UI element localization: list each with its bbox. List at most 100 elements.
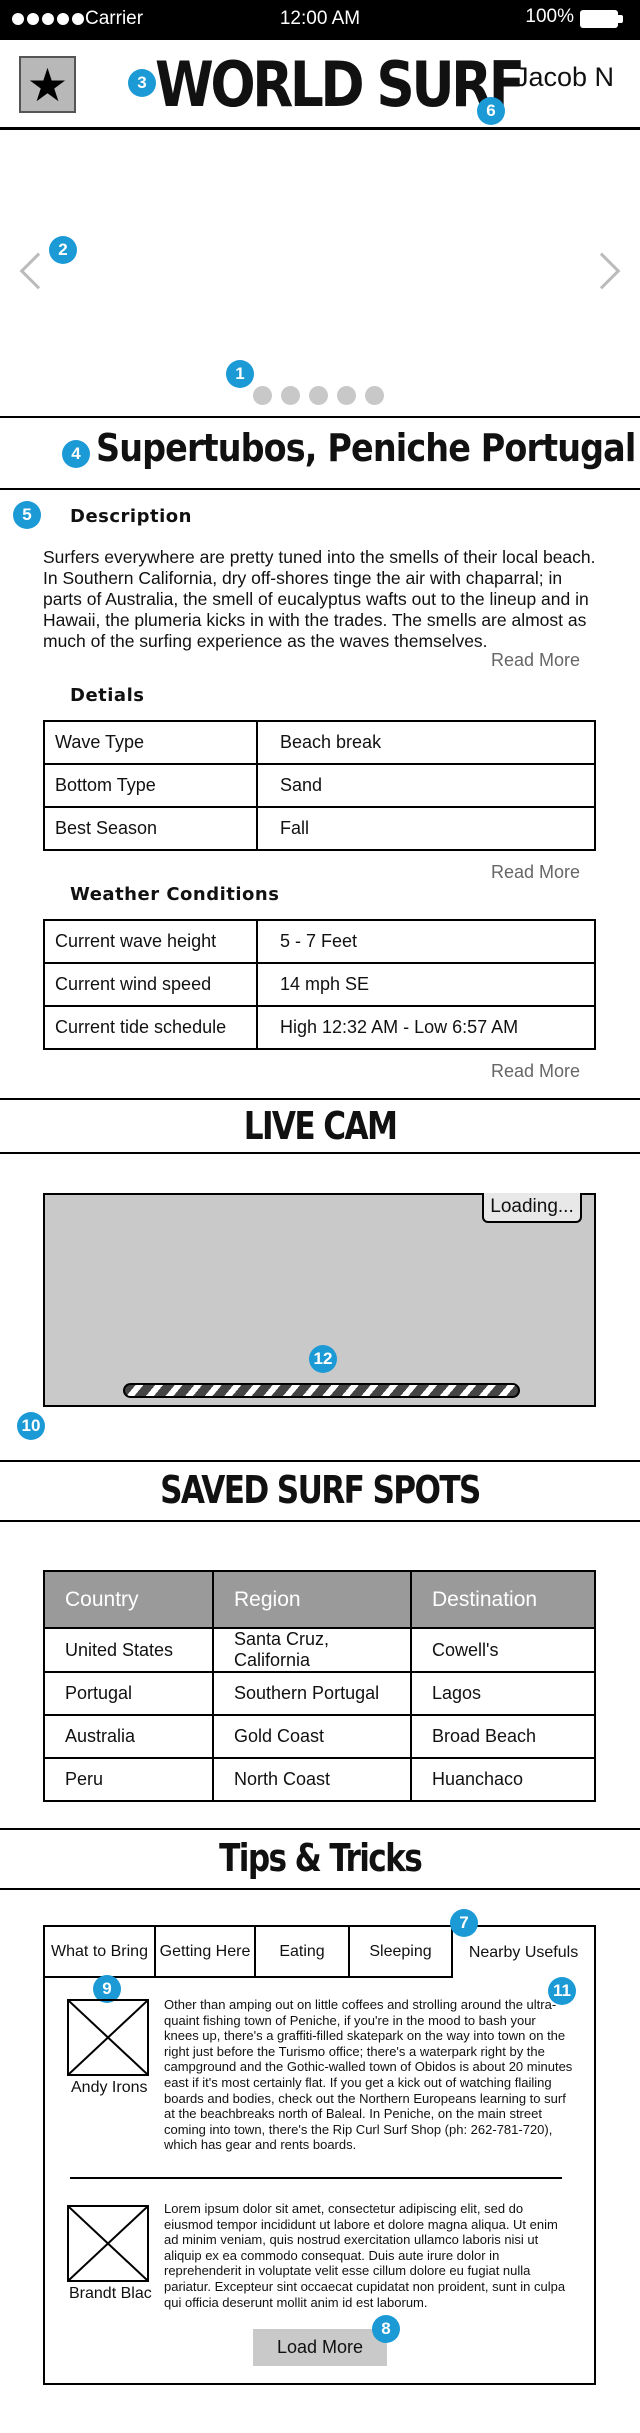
tips-title: Tips & Tricks xyxy=(219,1836,423,1880)
weather-value: High 12:32 AM - Low 6:57 AM xyxy=(256,1005,596,1050)
column-header-region[interactable]: Region xyxy=(212,1570,412,1629)
tips-tab-bar: What to Bring Getting Here Eating Sleepi… xyxy=(45,1927,594,1978)
region-cell: Gold Coast xyxy=(212,1714,412,1759)
weather-value: 14 mph SE xyxy=(256,962,596,1007)
battery-icon xyxy=(580,10,618,28)
table-row: Bottom Type Sand xyxy=(43,763,596,808)
livecam-title-bar: LIVE CAM xyxy=(0,1098,640,1154)
tips-title-bar: Tips & Tricks xyxy=(0,1828,640,1890)
table-header-row: Country Region Destination xyxy=(43,1570,596,1629)
battery-percent: 100% xyxy=(525,6,574,27)
destination-cell: Broad Beach xyxy=(410,1714,596,1759)
annotation-badge-3: 3 xyxy=(128,69,156,97)
carousel-dot[interactable] xyxy=(365,386,384,405)
image-carousel[interactable] xyxy=(0,130,640,418)
country-cell: Australia xyxy=(43,1714,214,1759)
table-row: Current tide schedule High 12:32 AM - Lo… xyxy=(43,1005,596,1050)
app-logo[interactable]: WORLD SURF xyxy=(155,48,525,121)
table-row: Current wave height 5 - 7 Feet xyxy=(43,919,596,964)
table-row: Wave Type Beach break xyxy=(43,720,596,765)
star-icon: ★ xyxy=(26,58,69,111)
details-read-more-link[interactable]: Read More xyxy=(491,862,580,883)
tab-sleeping[interactable]: Sleeping xyxy=(350,1927,453,1978)
column-header-country[interactable]: Country xyxy=(43,1570,214,1629)
weather-value: 5 - 7 Feet xyxy=(256,919,596,964)
annotation-badge-12: 12 xyxy=(309,1345,337,1373)
weather-label: Current wind speed xyxy=(43,962,258,1007)
carousel-next-arrow-icon[interactable] xyxy=(583,252,621,290)
app-header: ★ WORLD SURF Jacob N xyxy=(0,40,640,130)
battery-tip xyxy=(618,15,623,23)
annotation-badge-7: 7 xyxy=(450,1909,478,1937)
destination-cell: Cowell's xyxy=(410,1627,596,1673)
annotation-badge-6: 6 xyxy=(477,97,505,125)
table-row[interactable]: Portugal Southern Portugal Lagos xyxy=(43,1671,596,1716)
annotation-badge-2: 2 xyxy=(49,236,77,264)
annotation-badge-10: 10 xyxy=(17,1412,45,1440)
carousel-dot[interactable] xyxy=(281,386,300,405)
loading-indicator: Loading... xyxy=(482,1193,582,1223)
weather-heading: Weather Conditions xyxy=(70,884,280,905)
author-avatar-image xyxy=(67,1999,149,2076)
tab-eating[interactable]: Eating xyxy=(256,1927,350,1978)
destination-cell: Huanchaco xyxy=(410,1757,596,1802)
tab-what-to-bring[interactable]: What to Bring xyxy=(45,1927,156,1978)
annotation-badge-5: 5 xyxy=(13,501,41,529)
description-read-more-link[interactable]: Read More xyxy=(491,650,580,671)
details-table: Wave Type Beach break Bottom Type Sand B… xyxy=(43,720,596,851)
tab-getting-here[interactable]: Getting Here xyxy=(156,1927,256,1978)
tab-nearby-usefuls[interactable]: Nearby Usefuls xyxy=(453,1927,594,1978)
status-bar: Carrier 12:00 AM 100% xyxy=(0,0,640,40)
detail-value: Sand xyxy=(256,763,596,808)
detail-value: Fall xyxy=(256,806,596,851)
tip-post-text: Lorem ipsum dolor sit amet, consectetur … xyxy=(164,2201,566,2310)
table-row: Best Season Fall xyxy=(43,806,596,851)
region-cell: Southern Portugal xyxy=(212,1671,412,1716)
favorites-star-button[interactable]: ★ xyxy=(19,56,76,113)
annotation-badge-8: 8 xyxy=(372,2315,400,2343)
weather-read-more-link[interactable]: Read More xyxy=(491,1061,580,1082)
post-divider xyxy=(70,2177,562,2179)
author-name[interactable]: Brandt Blac xyxy=(69,2285,152,2303)
description-heading: Description xyxy=(70,506,192,527)
destination-cell: Lagos xyxy=(410,1671,596,1716)
tips-panel: What to Bring Getting Here Eating Sleepi… xyxy=(43,1925,596,2385)
table-row: Current wind speed 14 mph SE xyxy=(43,962,596,1007)
carousel-dot[interactable] xyxy=(253,386,272,405)
detail-value: Beach break xyxy=(256,720,596,765)
load-more-button[interactable]: Load More xyxy=(253,2329,387,2366)
spot-title-bar: Supertubos, Peniche Portugal xyxy=(0,418,640,490)
user-name[interactable]: Jacob N xyxy=(515,62,614,93)
detail-label: Best Season xyxy=(43,806,258,851)
region-cell: Santa Cruz, California xyxy=(212,1627,412,1673)
detail-label: Wave Type xyxy=(43,720,258,765)
table-row[interactable]: United States Santa Cruz, California Cow… xyxy=(43,1627,596,1673)
carousel-dot[interactable] xyxy=(309,386,328,405)
livecam-video-player[interactable]: Loading... xyxy=(43,1193,596,1407)
description-text: Surfers everywhere are pretty tuned into… xyxy=(43,547,596,651)
country-cell: Portugal xyxy=(43,1671,214,1716)
author-avatar-image xyxy=(67,2205,149,2282)
column-header-destination[interactable]: Destination xyxy=(410,1570,596,1629)
carousel-dot[interactable] xyxy=(337,386,356,405)
livecam-title: LIVE CAM xyxy=(243,1104,398,1148)
weather-label: Current wave height xyxy=(43,919,258,964)
region-cell: North Coast xyxy=(212,1757,412,1802)
weather-table: Current wave height 5 - 7 Feet Current w… xyxy=(43,919,596,1050)
tip-post-text: Other than amping out on little coffees … xyxy=(164,1997,573,2153)
country-cell: United States xyxy=(43,1627,214,1673)
table-row[interactable]: Australia Gold Coast Broad Beach xyxy=(43,1714,596,1759)
carousel-pagination xyxy=(253,386,384,405)
spot-title: Supertubos, Peniche Portugal xyxy=(96,426,636,470)
table-row[interactable]: Peru North Coast Huanchaco xyxy=(43,1757,596,1802)
video-progress-bar[interactable] xyxy=(123,1383,520,1398)
saved-spots-title: SAVED SURF SPOTS xyxy=(160,1468,481,1512)
annotation-badge-1: 1 xyxy=(226,360,254,388)
author-name[interactable]: Andy Irons xyxy=(71,2079,147,2097)
annotation-badge-4: 4 xyxy=(62,440,90,468)
detail-label: Bottom Type xyxy=(43,763,258,808)
weather-label: Current tide schedule xyxy=(43,1005,258,1050)
country-cell: Peru xyxy=(43,1757,214,1802)
saved-spots-title-bar: SAVED SURF SPOTS xyxy=(0,1460,640,1522)
saved-spots-table: Country Region Destination United States… xyxy=(43,1570,596,1802)
